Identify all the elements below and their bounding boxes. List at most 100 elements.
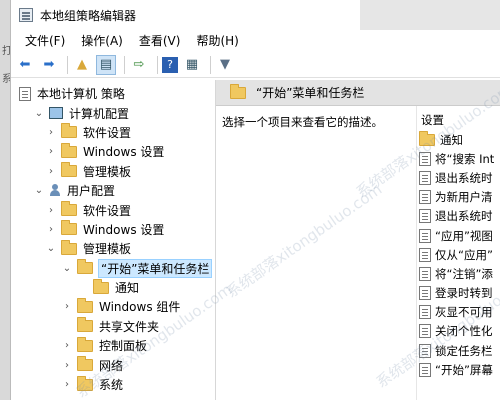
tree-item[interactable]: ⌄ “开始”菜单和任务栏 <box>11 258 215 278</box>
tree-item[interactable]: ›本地计算机 策略 <box>11 84 215 103</box>
back-arrow-icon[interactable]: ⬅ <box>15 55 35 75</box>
list-item[interactable]: “应用”视图 <box>417 226 500 245</box>
tree-item[interactable]: ›通知 <box>11 278 215 297</box>
folder-icon <box>77 297 93 313</box>
user-icon <box>49 184 61 197</box>
tree-item-label: Windows 设置 <box>83 145 165 160</box>
tree-item[interactable]: ⌄ 用户配置 <box>11 181 215 200</box>
tree-item-label: 管理模板 <box>83 242 132 257</box>
chevron-right-icon[interactable]: › <box>61 359 73 371</box>
tree-item[interactable]: › 系统 <box>11 375 215 394</box>
chevron-right-icon[interactable]: › <box>45 146 57 158</box>
list-item[interactable]: 登录时转到 <box>417 284 500 303</box>
folder-icon <box>77 356 93 372</box>
list-item-label: “开始”屏幕 <box>435 362 493 377</box>
policy-setting-icon <box>419 266 431 281</box>
policy-setting-icon <box>419 228 431 243</box>
tree-item-label: 网络 <box>99 358 124 373</box>
list-item[interactable]: 为新用户清 <box>417 188 500 207</box>
chevron-right-icon[interactable]: › <box>61 340 73 352</box>
chevron-down-icon[interactable]: ⌄ <box>33 185 45 197</box>
chevron-right-icon[interactable]: › <box>45 126 57 138</box>
toolbar-separator <box>210 55 211 74</box>
policy-setting-icon <box>419 362 431 377</box>
folder-icon <box>61 142 77 158</box>
list-item[interactable]: 将“注销”添 <box>417 264 500 283</box>
list-item[interactable]: 退出系统时 <box>417 168 500 187</box>
policy-setting-icon <box>419 286 431 301</box>
list-item-label: 锁定任务栏 <box>435 343 493 358</box>
chevron-down-icon[interactable]: ⌄ <box>61 262 73 274</box>
export-list-icon[interactable]: ⇨ <box>129 55 149 75</box>
tree-item-label: 共享文件夹 <box>99 319 160 334</box>
policy-setting-icon <box>419 190 431 205</box>
chevron-down-icon[interactable]: ⌄ <box>45 243 57 255</box>
list-item-label: 仅从“应用” <box>435 247 493 262</box>
chevron-right-icon[interactable]: › <box>61 379 73 391</box>
filter-icon[interactable]: ▼ <box>215 55 235 75</box>
folder-icon <box>61 123 77 139</box>
title-bar[interactable]: 本地组策略编辑器 <box>11 0 500 30</box>
chevron-right-icon[interactable]: › <box>61 301 73 313</box>
menu-file[interactable]: 文件(F) <box>17 30 73 52</box>
tree-item-label: 计算机配置 <box>69 106 130 121</box>
up-folder-icon[interactable]: ▲ <box>72 55 92 75</box>
list-item-label: 关闭个性化 <box>435 324 493 339</box>
list-item-label: 灰显不可用 <box>435 305 493 320</box>
tree-item-label: 管理模板 <box>83 164 132 179</box>
properties-icon[interactable]: ▦ <box>182 55 202 75</box>
show-hide-tree-icon[interactable]: ▤ <box>96 54 116 75</box>
tree-item[interactable]: ›共享文件夹 <box>11 317 215 336</box>
list-item[interactable]: 仅从“应用” <box>417 245 500 264</box>
chevron-down-icon[interactable]: ⌄ <box>33 107 45 119</box>
tree-item[interactable]: › 控制面板 <box>11 336 215 355</box>
tree-item[interactable]: › 管理模板 <box>11 162 215 181</box>
policy-setting-icon <box>419 324 431 339</box>
list-item-label: 将“搜索 Int <box>435 151 495 166</box>
tree-item[interactable]: › Windows 设置 <box>11 220 215 239</box>
tree-pane: ›本地计算机 策略⌄计算机配置›软件设置›Windows 设置›管理模板⌄用户配… <box>11 80 216 400</box>
tree-item[interactable]: ⌄ 计算机配置 <box>11 103 215 122</box>
list-item[interactable]: 将“搜索 Int <box>417 149 500 168</box>
tree-item-label: 控制面板 <box>99 339 148 354</box>
folder-icon <box>61 220 77 236</box>
menu-view[interactable]: 查看(V) <box>131 30 189 52</box>
folder-icon <box>61 201 77 217</box>
tree-item-label: 系统 <box>99 378 124 393</box>
tree-item-label: 软件设置 <box>83 125 132 140</box>
list-item[interactable]: 锁定任务栏 <box>417 341 500 360</box>
chevron-right-icon[interactable]: › <box>45 165 57 177</box>
chevron-right-icon[interactable]: › <box>45 223 57 235</box>
folder-icon <box>61 162 77 178</box>
policy-setting-icon <box>419 305 431 320</box>
forward-arrow-icon[interactable]: ➡ <box>39 55 59 75</box>
tree-item[interactable]: ⌄ 管理模板 <box>11 239 215 258</box>
settings-column-header[interactable]: 设置 <box>417 112 500 130</box>
tree-item[interactable]: › 网络 <box>11 355 215 374</box>
folder-icon <box>77 336 93 352</box>
menu-action[interactable]: 操作(A) <box>73 30 131 52</box>
help-icon[interactable]: ? <box>162 56 178 73</box>
settings-list: 设置 通知 将“搜索 Int 退出系统时 为新用户清 退出系统时 “应用”视图 仅从“应用”… <box>416 106 500 400</box>
tree-item-label: 用户配置 <box>67 184 116 199</box>
description-text: 选择一个项目来查看它的描述。 <box>222 115 383 129</box>
list-item[interactable]: 灰显不可用 <box>417 303 500 322</box>
tree-item[interactable]: › Windows 设置 <box>11 142 215 161</box>
list-item[interactable]: “开始”屏幕 <box>417 360 500 379</box>
tree-item-label: 本地计算机 策略 <box>37 87 125 102</box>
folder-icon <box>77 259 93 275</box>
toolbar-separator <box>157 55 158 74</box>
doc-icon <box>19 86 31 101</box>
list-item[interactable]: 通知 <box>417 130 500 149</box>
list-item[interactable]: 关闭个性化 <box>417 322 500 341</box>
description-column: 选择一个项目来查看它的描述。 <box>216 106 416 400</box>
list-item[interactable]: 退出系统时 <box>417 207 500 226</box>
app-icon <box>19 8 33 22</box>
chevron-right-icon[interactable]: › <box>45 204 57 216</box>
folder-icon <box>77 375 93 391</box>
tree-item[interactable]: › 软件设置 <box>11 123 215 142</box>
menu-help[interactable]: 帮助(H) <box>188 30 246 52</box>
tree-item[interactable]: › 软件设置 <box>11 200 215 219</box>
tree-item[interactable]: › Windows 组件 <box>11 297 215 316</box>
toolbar: ⬅ ➡ ▲ ▤ ⇨ ? ▦ ▼ <box>11 52 500 78</box>
